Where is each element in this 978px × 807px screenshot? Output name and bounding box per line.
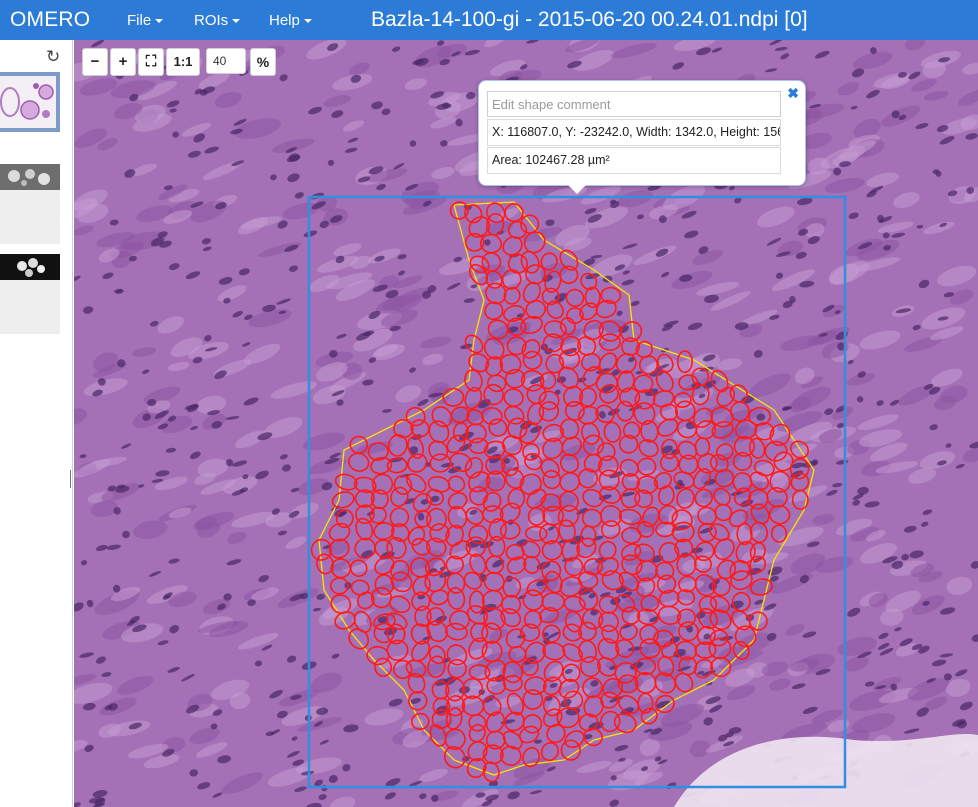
popover-arrow <box>568 185 586 194</box>
image-title: Bazla-14-100-gi - 2015-06-20 00.24.01.nd… <box>371 8 808 31</box>
rois-menu[interactable]: ROIs <box>194 12 241 29</box>
caret-down-icon <box>232 19 241 24</box>
thumbnail-image <box>0 76 56 128</box>
file-menu-label: File <box>127 12 152 29</box>
thumbnail-item-2[interactable] <box>0 164 60 244</box>
zoom-percent-button[interactable]: % <box>250 48 276 76</box>
close-icon[interactable]: ✖ <box>787 85 799 102</box>
zoom-percent-input[interactable] <box>206 48 246 74</box>
zoom-fit-icon[interactable]: ⛶ <box>138 48 164 76</box>
image-viewer[interactable]: − + ⛶ 1:1 % ✖ X: 116807.0, Y: -23242.0, … <box>74 40 978 807</box>
help-menu[interactable]: Help <box>269 12 312 29</box>
shape-info-popover: ✖ X: 116807.0, Y: -23242.0, Width: 1342.… <box>478 80 806 194</box>
thumbnail-item-3[interactable] <box>0 254 60 334</box>
file-menu[interactable]: File <box>127 12 164 29</box>
top-navbar: OMERO File ROIs Help Bazla-14-100-gi - 2… <box>0 0 978 40</box>
refresh-icon[interactable]: ↻ <box>46 47 60 67</box>
thumbnail-sidebar: ↻ <box>0 40 76 807</box>
thumbnail-image <box>0 164 60 190</box>
thumbnail-item-1[interactable] <box>0 72 60 132</box>
caret-down-icon <box>303 19 312 24</box>
help-menu-label: Help <box>269 12 300 29</box>
shape-coordinates-field: X: 116807.0, Y: -23242.0, Width: 1342.0,… <box>487 119 781 146</box>
app-brand[interactable]: OMERO <box>10 8 90 32</box>
thumbnail-image <box>0 254 60 280</box>
zoom-out-button[interactable]: − <box>82 48 108 76</box>
rois-menu-label: ROIs <box>194 12 229 29</box>
zoom-in-button[interactable]: + <box>110 48 136 76</box>
zoom-actual-size-button[interactable]: 1:1 <box>166 48 200 76</box>
caret-down-icon <box>155 19 164 24</box>
shape-comment-input[interactable] <box>487 91 781 117</box>
shape-area-field: Area: 102467.28 µm² <box>487 147 781 174</box>
